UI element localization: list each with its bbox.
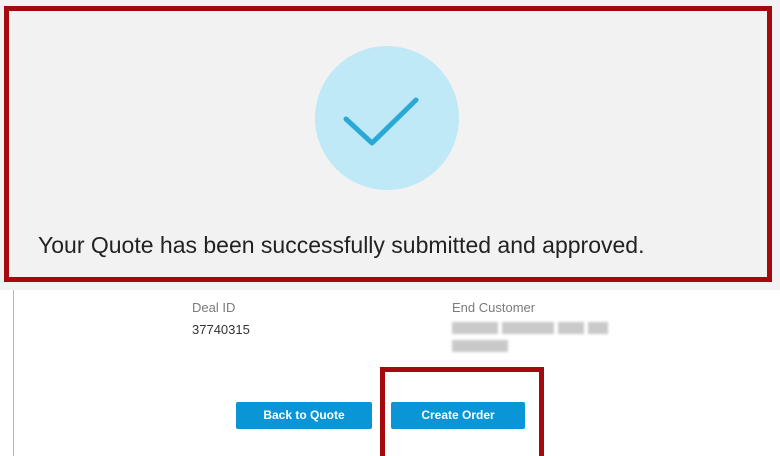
highlight-frame-create-order xyxy=(380,367,544,456)
deal-id-value: 37740315 xyxy=(192,322,250,337)
end-customer-label: End Customer xyxy=(452,300,536,315)
highlight-frame-message xyxy=(4,6,772,282)
back-to-quote-button[interactable]: Back to Quote xyxy=(236,402,372,429)
deal-id-label: Deal ID xyxy=(192,300,236,315)
quote-confirmation-page: Your Quote has been successfully submitt… xyxy=(0,0,780,456)
